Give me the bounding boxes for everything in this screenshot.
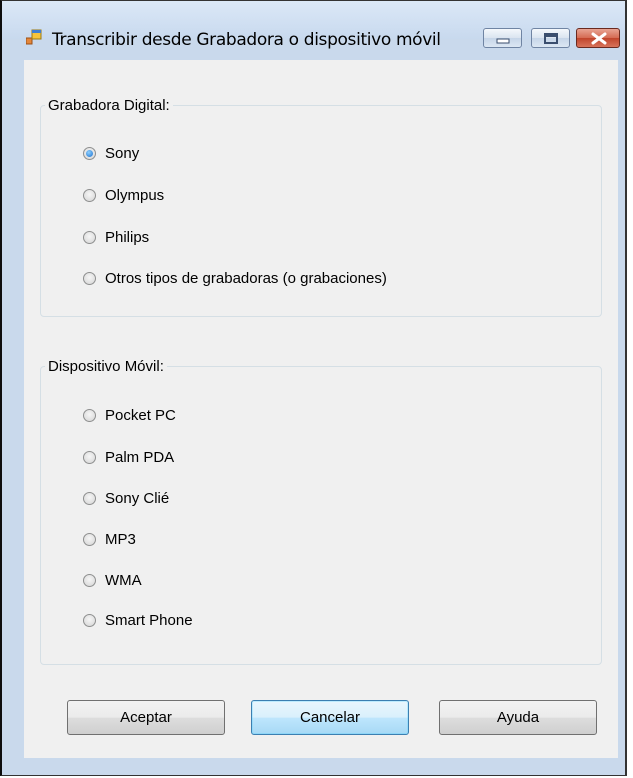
minimize-button[interactable] bbox=[483, 28, 522, 48]
minimize-icon bbox=[496, 38, 510, 44]
radio-pocket-pc[interactable]: Pocket PC bbox=[83, 404, 176, 426]
help-button[interactable]: Ayuda bbox=[439, 700, 597, 735]
radio-indicator[interactable] bbox=[83, 271, 96, 285]
group-digital-recorder-legend: Grabadora Digital: bbox=[48, 97, 170, 114]
radio-olympus[interactable]: Olympus bbox=[83, 184, 164, 206]
radio-wma[interactable]: WMA bbox=[83, 569, 142, 591]
radio-indicator[interactable] bbox=[83, 188, 96, 202]
radio-label[interactable]: Pocket PC bbox=[105, 407, 176, 424]
radio-other-recorders[interactable]: Otros tipos de grabadoras (o grabaciones… bbox=[83, 267, 387, 289]
radio-indicator-checked[interactable] bbox=[83, 146, 96, 160]
radio-label[interactable]: Otros tipos de grabadoras (o grabaciones… bbox=[105, 270, 387, 287]
radio-label[interactable]: Olympus bbox=[105, 187, 164, 204]
radio-label[interactable]: Sony Clié bbox=[105, 490, 169, 507]
radio-indicator[interactable] bbox=[83, 408, 96, 422]
close-button[interactable] bbox=[576, 28, 620, 48]
radio-label[interactable]: Smart Phone bbox=[105, 612, 193, 629]
radio-sony[interactable]: Sony bbox=[83, 142, 139, 164]
radio-indicator[interactable] bbox=[83, 450, 96, 464]
radio-label[interactable]: Sony bbox=[105, 145, 139, 162]
radio-label[interactable]: Palm PDA bbox=[105, 449, 174, 466]
radio-sony-clie[interactable]: Sony Clié bbox=[83, 487, 169, 509]
app-icon bbox=[26, 29, 42, 45]
radio-indicator[interactable] bbox=[83, 573, 96, 587]
radio-label[interactable]: MP3 bbox=[105, 531, 136, 548]
radio-indicator[interactable] bbox=[83, 491, 96, 505]
radio-indicator[interactable] bbox=[83, 230, 96, 244]
radio-indicator[interactable] bbox=[83, 532, 96, 546]
radio-label[interactable]: Philips bbox=[105, 229, 149, 246]
accept-button[interactable]: Aceptar bbox=[67, 700, 225, 735]
radio-indicator[interactable] bbox=[83, 613, 96, 627]
radio-palm-pda[interactable]: Palm PDA bbox=[83, 446, 174, 468]
radio-mp3[interactable]: MP3 bbox=[83, 528, 136, 550]
radio-label[interactable]: WMA bbox=[105, 572, 142, 589]
window-title: Transcribir desde Grabadora o dispositiv… bbox=[52, 30, 441, 50]
group-mobile-device-legend: Dispositivo Móvil: bbox=[48, 358, 164, 375]
maximize-button[interactable] bbox=[531, 28, 570, 48]
maximize-icon bbox=[544, 33, 558, 44]
radio-smart-phone[interactable]: Smart Phone bbox=[83, 609, 193, 631]
radio-philips[interactable]: Philips bbox=[83, 226, 149, 248]
cancel-button[interactable]: Cancelar bbox=[251, 700, 409, 735]
close-icon bbox=[591, 32, 607, 45]
